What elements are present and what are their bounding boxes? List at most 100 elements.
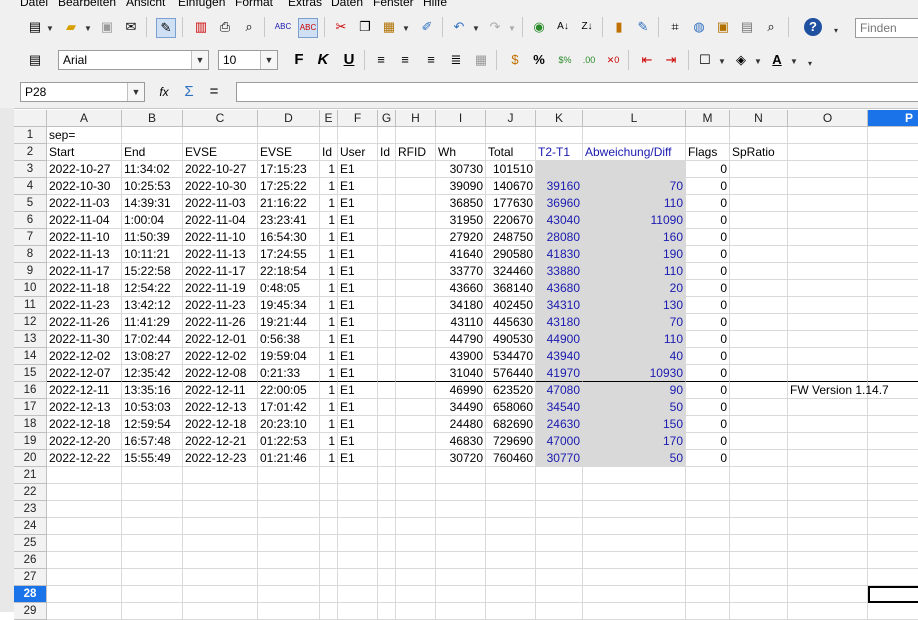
cell-J3[interactable]: 101510: [486, 161, 536, 178]
column-header-C[interactable]: C: [183, 110, 258, 127]
cell-K1[interactable]: [536, 127, 583, 144]
row-header-9[interactable]: 9: [14, 263, 47, 280]
cell-J6[interactable]: 220670: [486, 212, 536, 229]
copy-icon[interactable]: ❐: [356, 18, 374, 36]
cell-M19[interactable]: 0: [686, 433, 730, 450]
cell-O15[interactable]: [788, 365, 868, 382]
cell-P25[interactable]: [868, 535, 918, 552]
cell-J22[interactable]: [486, 484, 536, 501]
cell-O13[interactable]: [788, 331, 868, 348]
cell-F14[interactable]: E1: [338, 348, 378, 365]
cell-O4[interactable]: [788, 178, 868, 195]
cell-N15[interactable]: [730, 365, 788, 382]
cell-M8[interactable]: 0: [686, 246, 730, 263]
cell-O7[interactable]: [788, 229, 868, 246]
open-dropdown-icon[interactable]: ▼: [84, 24, 92, 33]
cell-P10[interactable]: [868, 280, 918, 297]
column-header-A[interactable]: A: [47, 110, 122, 127]
cell-N27[interactable]: [730, 569, 788, 586]
cell-F5[interactable]: E1: [338, 195, 378, 212]
row-header-14[interactable]: 14: [14, 348, 47, 365]
cell-J9[interactable]: 324460: [486, 263, 536, 280]
cell-G12[interactable]: [378, 314, 396, 331]
cell-I22[interactable]: [436, 484, 486, 501]
cell-B4[interactable]: 10:25:53: [122, 178, 183, 195]
cell-N22[interactable]: [730, 484, 788, 501]
gallery-icon[interactable]: ◍: [690, 18, 708, 36]
cell-B19[interactable]: 16:57:48: [122, 433, 183, 450]
cell-F17[interactable]: E1: [338, 399, 378, 416]
row-header-3[interactable]: 3: [14, 161, 47, 178]
cell-G27[interactable]: [378, 569, 396, 586]
cell-E5[interactable]: 1: [320, 195, 338, 212]
cell-N7[interactable]: [730, 229, 788, 246]
cell-I18[interactable]: 24480: [436, 416, 486, 433]
cell-G11[interactable]: [378, 297, 396, 314]
data-sources-icon[interactable]: ▤: [738, 18, 756, 36]
cell-H12[interactable]: [396, 314, 436, 331]
percent-format-icon[interactable]: %: [530, 51, 548, 69]
cell-F10[interactable]: E1: [338, 280, 378, 297]
cell-O22[interactable]: [788, 484, 868, 501]
cell-I8[interactable]: 41640: [436, 246, 486, 263]
cell-D22[interactable]: [258, 484, 320, 501]
cell-A2[interactable]: Start: [47, 144, 122, 161]
chevron-down-icon[interactable]: ▼: [191, 51, 208, 69]
cell-N3[interactable]: [730, 161, 788, 178]
cell-F4[interactable]: E1: [338, 178, 378, 195]
cell-M10[interactable]: 0: [686, 280, 730, 297]
export-pdf-icon[interactable]: ▥: [192, 18, 210, 36]
cell-A21[interactable]: [47, 467, 122, 484]
cell-L16[interactable]: 90: [583, 382, 686, 399]
cell-G1[interactable]: [378, 127, 396, 144]
cell-M6[interactable]: 0: [686, 212, 730, 229]
cell-I12[interactable]: 43110: [436, 314, 486, 331]
cell-C5[interactable]: 2022-11-03: [183, 195, 258, 212]
cell-O23[interactable]: [788, 501, 868, 518]
cell-K25[interactable]: [536, 535, 583, 552]
email-icon[interactable]: ✉: [122, 18, 140, 36]
cell-A9[interactable]: 2022-11-17: [47, 263, 122, 280]
cell-C17[interactable]: 2022-12-13: [183, 399, 258, 416]
cell-O25[interactable]: [788, 535, 868, 552]
cell-M9[interactable]: 0: [686, 263, 730, 280]
cell-L18[interactable]: 150: [583, 416, 686, 433]
cell-I3[interactable]: 30730: [436, 161, 486, 178]
cell-O11[interactable]: [788, 297, 868, 314]
cell-I11[interactable]: 34180: [436, 297, 486, 314]
cell-O14[interactable]: [788, 348, 868, 365]
align-right-icon[interactable]: ≡: [422, 51, 440, 69]
cell-K6[interactable]: 43040: [536, 212, 583, 229]
cell-E1[interactable]: [320, 127, 338, 144]
cell-D21[interactable]: [258, 467, 320, 484]
cell-P20[interactable]: [868, 450, 918, 467]
column-header-H[interactable]: H: [396, 110, 436, 127]
cell-E28[interactable]: [320, 586, 338, 603]
cell-A7[interactable]: 2022-11-10: [47, 229, 122, 246]
column-header-K[interactable]: K: [536, 110, 583, 127]
cell-E26[interactable]: [320, 552, 338, 569]
cell-D17[interactable]: 17:01:42: [258, 399, 320, 416]
cell-K22[interactable]: [536, 484, 583, 501]
currency-format-icon[interactable]: $: [506, 51, 524, 69]
column-header-P[interactable]: P: [868, 110, 918, 127]
cell-K24[interactable]: [536, 518, 583, 535]
autospellcheck-icon[interactable]: ABC: [298, 18, 318, 38]
cell-G4[interactable]: [378, 178, 396, 195]
cell-M13[interactable]: 0: [686, 331, 730, 348]
cell-A8[interactable]: 2022-11-13: [47, 246, 122, 263]
italic-icon[interactable]: K: [314, 51, 332, 69]
cell-L13[interactable]: 110: [583, 331, 686, 348]
cell-B14[interactable]: 13:08:27: [122, 348, 183, 365]
cell-O18[interactable]: [788, 416, 868, 433]
cell-C22[interactable]: [183, 484, 258, 501]
cell-A5[interactable]: 2022-11-03: [47, 195, 122, 212]
cell-J5[interactable]: 177630: [486, 195, 536, 212]
cell-H27[interactable]: [396, 569, 436, 586]
cell-A27[interactable]: [47, 569, 122, 586]
cell-O10[interactable]: [788, 280, 868, 297]
cell-K27[interactable]: [536, 569, 583, 586]
menu-item-0[interactable]: Datei: [20, 0, 48, 9]
cell-M26[interactable]: [686, 552, 730, 569]
cell-B1[interactable]: [122, 127, 183, 144]
